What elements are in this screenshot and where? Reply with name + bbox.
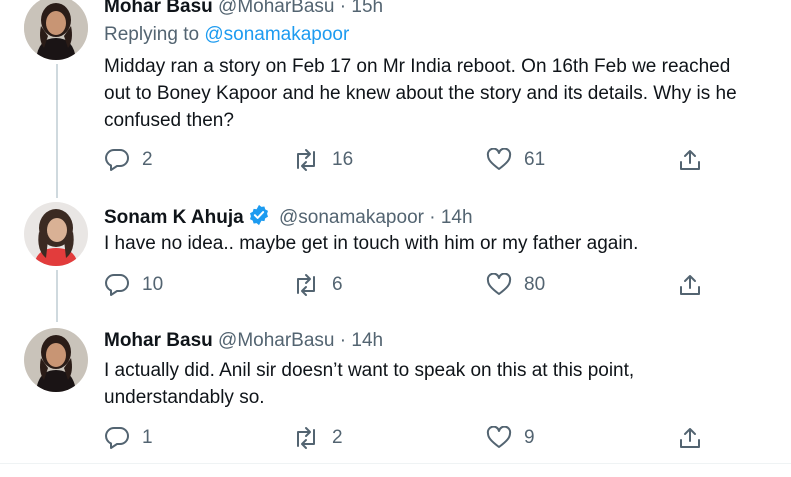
tweet-actions: 1 2 9 [104, 423, 724, 453]
replying-to-mention[interactable]: @sonamakapoor [204, 24, 349, 45]
share-icon [678, 426, 702, 450]
reply-icon [104, 148, 130, 172]
share-button[interactable] [678, 270, 702, 300]
replying-to-line: Replying to @sonamakapoor [104, 24, 349, 46]
author-handle[interactable]: @MoharBasu [218, 330, 334, 351]
tweet-header: Sonam K Ahuja @sonamakapoor · 14h [104, 204, 473, 232]
separator-dot: · [339, 0, 347, 17]
tweet-text-line: out to Boney Kapoor and he knew about th… [104, 83, 737, 104]
tweet[interactable]: Sonam K Ahuja @sonamakapoor · 14h I have… [0, 190, 791, 320]
timestamp[interactable]: 14h [351, 330, 383, 351]
reply-count: 10 [142, 274, 164, 295]
author-name[interactable]: Mohar Basu [104, 0, 213, 17]
retweet-button[interactable]: 6 [292, 270, 343, 300]
separator-dot: · [339, 330, 347, 351]
like-button[interactable]: 9 [486, 423, 535, 453]
reply-icon [104, 273, 130, 297]
tweet-text-line: I actually did. Anil sir doesn’t want to… [104, 360, 635, 381]
author-handle[interactable]: @MoharBasu [218, 0, 334, 17]
author-name[interactable]: Sonam K Ahuja [104, 207, 244, 228]
like-button[interactable]: 80 [486, 270, 545, 300]
replying-to-label: Replying to [104, 24, 200, 45]
retweet-icon [292, 148, 320, 172]
tweet[interactable]: Mohar Basu @MoharBasu · 15h Replying to … [0, 0, 791, 190]
author-handle[interactable]: @sonamakapoor [279, 207, 424, 228]
divider [0, 463, 791, 464]
retweet-button[interactable]: 16 [292, 145, 353, 175]
verified-badge-icon [248, 204, 270, 232]
reply-count: 2 [142, 149, 153, 170]
reply-button[interactable]: 2 [104, 145, 153, 175]
like-icon [486, 148, 512, 172]
retweet-icon [292, 273, 320, 297]
share-button[interactable] [678, 145, 702, 175]
like-count: 61 [524, 149, 546, 170]
tweet-text-line: confused then? [104, 110, 234, 131]
tweet-actions: 10 6 80 [104, 270, 724, 300]
tweet-actions: 2 16 61 [104, 145, 724, 175]
tweet-header: Mohar Basu @MoharBasu · 15h [104, 0, 383, 18]
separator-dot: · [429, 207, 436, 228]
reply-button[interactable]: 1 [104, 423, 153, 453]
retweet-icon [292, 426, 320, 450]
tweet-text: I have no idea.. maybe get in touch with… [104, 230, 791, 257]
like-icon [486, 426, 512, 450]
reply-count: 1 [142, 427, 153, 448]
like-button[interactable]: 61 [486, 145, 545, 175]
like-count: 80 [524, 274, 546, 295]
tweet-text: Midday ran a story on Feb 17 on Mr India… [104, 53, 791, 134]
timestamp[interactable]: 14h [441, 207, 473, 228]
retweet-count: 2 [332, 427, 343, 448]
like-icon [486, 273, 512, 297]
retweet-count: 6 [332, 274, 343, 295]
author-name[interactable]: Mohar Basu [104, 330, 213, 351]
tweet-text-line: understandably so. [104, 387, 265, 408]
share-icon [678, 148, 702, 172]
reply-button[interactable]: 10 [104, 270, 163, 300]
tweet[interactable]: Mohar Basu @MoharBasu · 14h I actually d… [0, 320, 791, 463]
retweet-count: 16 [332, 149, 354, 170]
avatar[interactable] [24, 202, 88, 266]
tweet-text-line: I have no idea.. maybe get in touch with… [104, 233, 639, 254]
avatar[interactable] [24, 0, 88, 60]
tweet-text: I actually did. Anil sir doesn’t want to… [104, 357, 791, 411]
retweet-button[interactable]: 2 [292, 423, 343, 453]
like-count: 9 [524, 427, 535, 448]
share-button[interactable] [678, 423, 702, 453]
tweet-header: Mohar Basu @MoharBasu · 14h [104, 330, 383, 352]
share-icon [678, 273, 702, 297]
reply-icon [104, 426, 130, 450]
avatar[interactable] [24, 328, 88, 392]
timestamp[interactable]: 15h [351, 0, 383, 17]
tweet-text-line: Midday ran a story on Feb 17 on Mr India… [104, 56, 731, 77]
